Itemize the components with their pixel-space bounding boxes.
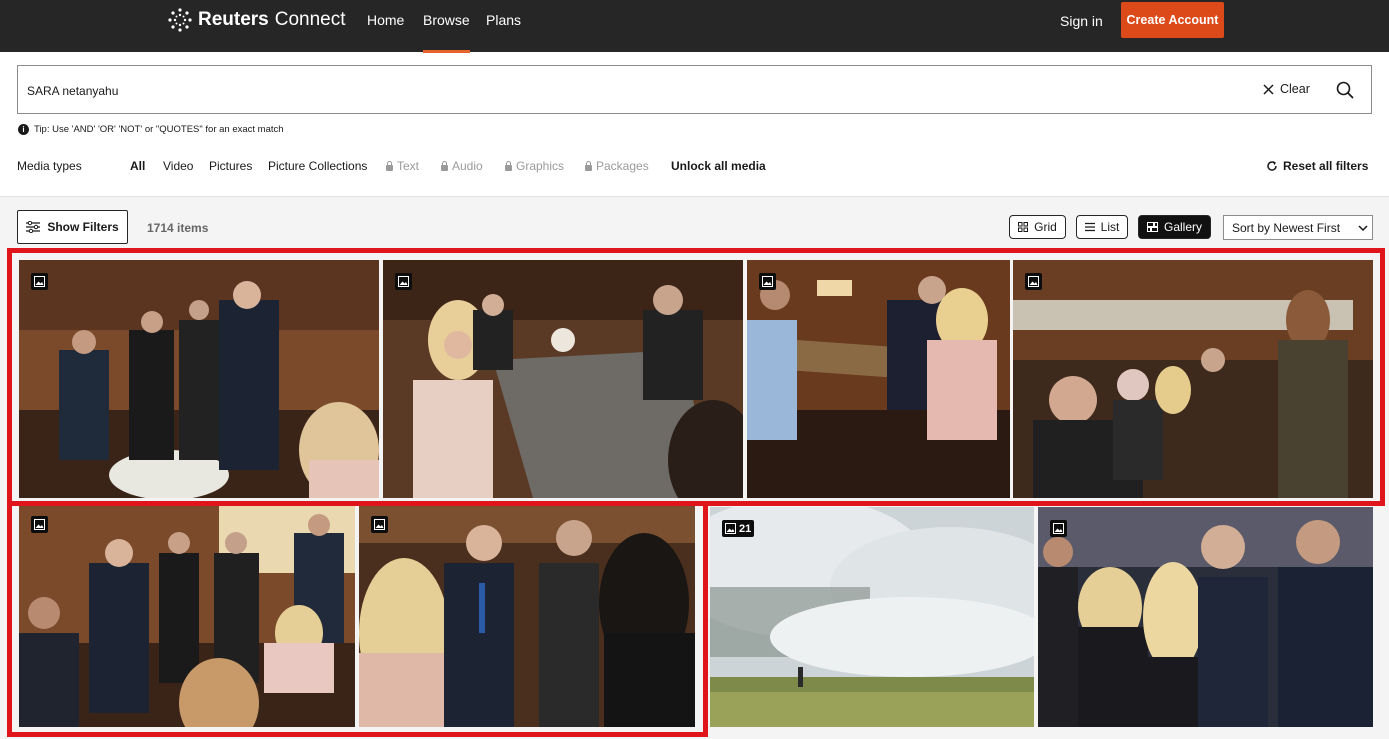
lock-icon bbox=[386, 160, 393, 171]
view-list-button[interactable]: List bbox=[1076, 215, 1128, 239]
lock-icon bbox=[585, 160, 592, 171]
gallery-photo[interactable] bbox=[359, 503, 695, 727]
sort-select[interactable]: Sort by Newest First bbox=[1223, 215, 1373, 240]
grid-icon bbox=[1018, 222, 1029, 232]
brand-sub: Connect bbox=[274, 9, 346, 30]
media-type-audio[interactable]: Audio bbox=[441, 159, 483, 173]
search-tip: i Tip: Use 'AND' 'OR' 'NOT' or "QUOTES" … bbox=[18, 124, 284, 135]
media-type-picture-collections[interactable]: Picture Collections bbox=[268, 159, 367, 173]
show-filters-button[interactable]: Show Filters bbox=[17, 210, 128, 244]
brand-main: Reuters bbox=[198, 9, 269, 30]
image-icon bbox=[725, 523, 736, 534]
refresh-icon bbox=[1267, 161, 1277, 171]
gallery-photo[interactable] bbox=[747, 260, 1010, 498]
media-type-pictures[interactable]: Pictures bbox=[209, 159, 252, 173]
search-icon[interactable] bbox=[1336, 81, 1354, 99]
photo-type-badge bbox=[31, 273, 48, 290]
photo-type-badge bbox=[759, 273, 776, 290]
photo-image bbox=[1038, 507, 1373, 727]
gallery-photo[interactable] bbox=[19, 503, 355, 727]
image-icon bbox=[374, 519, 385, 530]
reuters-connect-logo[interactable]: Reuters Connect bbox=[168, 7, 346, 33]
photo-type-badge bbox=[1050, 520, 1067, 537]
collection-badge: 21 bbox=[722, 520, 755, 537]
media-type-graphics[interactable]: Graphics bbox=[505, 159, 564, 173]
photo-image bbox=[19, 260, 379, 498]
unlock-all-media-link[interactable]: Unlock all media bbox=[671, 159, 766, 173]
gallery-photo[interactable] bbox=[1038, 507, 1373, 727]
view-grid-button[interactable]: Grid bbox=[1009, 215, 1066, 239]
nav-browse[interactable]: Browse bbox=[423, 12, 470, 53]
sliders-icon bbox=[26, 221, 41, 233]
sign-in-link[interactable]: Sign in bbox=[1060, 13, 1103, 29]
gallery-photo[interactable] bbox=[19, 260, 379, 498]
top-nav: Reuters Connect Home Browse Plans Sign in… bbox=[0, 0, 1389, 53]
image-icon bbox=[34, 519, 45, 530]
gallery-photo[interactable] bbox=[383, 260, 743, 498]
clear-button[interactable]: Clear bbox=[1263, 82, 1310, 96]
gallery-collection[interactable]: 21 bbox=[710, 507, 1034, 727]
search-input[interactable]: SARA netanyahu Clear bbox=[17, 65, 1372, 114]
photo-image bbox=[1013, 260, 1373, 498]
media-type-all[interactable]: All bbox=[130, 159, 145, 173]
photo-image bbox=[359, 503, 695, 727]
lock-icon bbox=[505, 160, 512, 171]
photo-image bbox=[710, 507, 1034, 727]
list-icon bbox=[1084, 222, 1095, 232]
view-gallery-button[interactable]: Gallery bbox=[1138, 215, 1211, 239]
create-account-button[interactable]: Create Account bbox=[1121, 2, 1224, 38]
media-type-video[interactable]: Video bbox=[163, 159, 193, 173]
close-icon bbox=[1263, 83, 1274, 95]
nav-plans[interactable]: Plans bbox=[486, 12, 521, 28]
photo-type-badge bbox=[395, 273, 412, 290]
reuters-dots-icon bbox=[168, 8, 192, 32]
gallery-photo[interactable] bbox=[1013, 260, 1373, 498]
image-icon bbox=[762, 276, 773, 287]
tip-text: Tip: Use 'AND' 'OR' 'NOT' or "QUOTES" fo… bbox=[34, 124, 284, 135]
photo-type-badge bbox=[371, 516, 388, 533]
photo-image bbox=[383, 260, 743, 498]
image-icon bbox=[1053, 523, 1064, 534]
media-type-packages[interactable]: Packages bbox=[585, 159, 649, 173]
photo-type-badge bbox=[31, 516, 48, 533]
photo-image bbox=[747, 260, 1010, 498]
image-icon bbox=[1028, 276, 1039, 287]
results-count: 1714 items bbox=[147, 221, 209, 235]
reset-filters-button[interactable]: Reset all filters bbox=[1266, 159, 1368, 173]
nav-home[interactable]: Home bbox=[367, 12, 404, 28]
media-types-label: Media types bbox=[17, 159, 82, 173]
photo-image bbox=[19, 503, 355, 727]
chevron-down-icon bbox=[1358, 224, 1368, 231]
image-icon bbox=[398, 276, 409, 287]
clear-label: Clear bbox=[1280, 82, 1310, 96]
collection-count: 21 bbox=[739, 522, 752, 535]
gallery-icon bbox=[1146, 222, 1158, 232]
photo-type-badge bbox=[1025, 273, 1042, 290]
lock-icon bbox=[441, 160, 448, 171]
media-type-text[interactable]: Text bbox=[386, 159, 419, 173]
search-value: SARA netanyahu bbox=[27, 84, 119, 98]
image-icon bbox=[34, 276, 45, 287]
info-icon: i bbox=[18, 124, 29, 135]
